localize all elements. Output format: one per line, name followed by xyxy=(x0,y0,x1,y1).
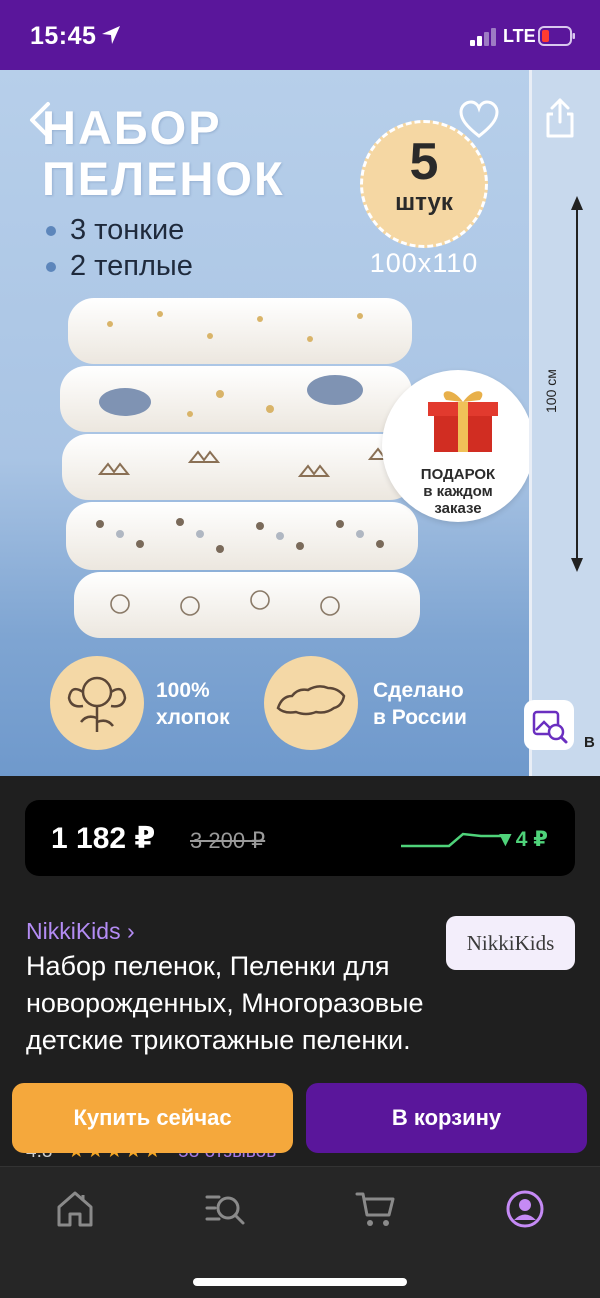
heart-icon[interactable] xyxy=(458,100,500,140)
feature-russia-line2: в России xyxy=(373,706,467,729)
gift-text-line3: заказе xyxy=(434,500,482,517)
promo-title-line1: НАБОР xyxy=(42,101,222,154)
russia-map-icon xyxy=(264,656,358,750)
promo-bullet: 2 теплые xyxy=(44,248,193,284)
buy-now-button[interactable]: Купить сейчас xyxy=(12,1083,293,1153)
image-search-icon xyxy=(532,710,568,744)
brand-link[interactable]: NikkiKids › xyxy=(26,918,135,945)
gift-badge: ПОДАРОК в каждом заказе xyxy=(382,370,529,522)
current-price: 1 182 ₽ xyxy=(51,822,156,855)
product-image[interactable]: НАБОР ПЕЛЕНОК 3 тонкие 2 теплые 5 штук 1… xyxy=(0,70,529,776)
feature-cotton-line1: 100% xyxy=(156,679,210,702)
feature-made-in-russia: Сделано в России xyxy=(373,677,467,731)
cotton-icon xyxy=(50,656,144,750)
promo-title-line2: ПЕЛЕНОК xyxy=(42,152,285,205)
price-card[interactable]: 1 182 ₽ 3 200 ₽ ▼4 ₽ xyxy=(25,800,575,876)
feature-cotton-line2: хлопок xyxy=(156,706,230,729)
badge-unit: штук xyxy=(395,189,453,216)
cart-icon[interactable] xyxy=(354,1187,398,1231)
status-time: 15:45 xyxy=(30,22,97,50)
back-chevron-icon[interactable] xyxy=(24,100,58,140)
home-indicator[interactable] xyxy=(193,1278,407,1286)
old-price: 3 200 ₽ xyxy=(190,828,266,853)
next-slide-preview[interactable]: 100 см В xyxy=(529,70,600,776)
cellular-signal-icon xyxy=(470,28,496,46)
product-screen: 15:45 LTE НАБОР ПЕЛЕНОК 3 тонкие 2 теплы… xyxy=(0,0,600,1298)
size-label: 100х110 xyxy=(369,248,479,278)
dimension-ruler xyxy=(571,196,583,572)
gift-text: ПОДАРОК в каждом заказе xyxy=(382,466,529,517)
next-slide-dimension-label: 100 см xyxy=(543,369,559,413)
location-arrow-icon xyxy=(102,26,120,44)
promo-title: НАБОР ПЕЛЕНОК xyxy=(42,102,285,204)
promo-bullet: 3 тонкие xyxy=(44,212,193,248)
gift-text-line2: в каждом xyxy=(423,483,493,500)
feature-russia-line1: Сделано xyxy=(373,679,464,702)
home-icon[interactable] xyxy=(53,1187,97,1231)
battery-icon xyxy=(538,26,575,46)
catalog-search-icon[interactable] xyxy=(203,1187,247,1231)
badge-number: 5 xyxy=(409,133,439,191)
feature-cotton: 100% хлопок xyxy=(156,677,230,731)
next-slide-peek-text: В xyxy=(584,734,595,751)
add-to-cart-button[interactable]: В корзину xyxy=(306,1083,587,1153)
network-type: LTE xyxy=(503,26,536,46)
gift-text-line1: ПОДАРОК xyxy=(420,466,496,483)
status-bar: 15:45 LTE xyxy=(0,0,600,70)
brand-logo[interactable]: NikkiKids xyxy=(446,916,575,970)
folded-diapers-illustration xyxy=(60,298,420,638)
profile-icon[interactable] xyxy=(503,1187,547,1231)
visual-search-button[interactable] xyxy=(524,700,574,750)
gift-icon xyxy=(428,391,498,452)
share-icon[interactable] xyxy=(540,96,580,140)
promo-bullets: 3 тонкие 2 теплые xyxy=(44,212,193,284)
price-drop-badge: ▼4 ₽ xyxy=(495,828,548,851)
product-title: Набор пеленок, Пеленки для новорожденных… xyxy=(26,951,424,1055)
product-image-gallery[interactable]: НАБОР ПЕЛЕНОК 3 тонкие 2 теплые 5 штук 1… xyxy=(0,70,600,776)
